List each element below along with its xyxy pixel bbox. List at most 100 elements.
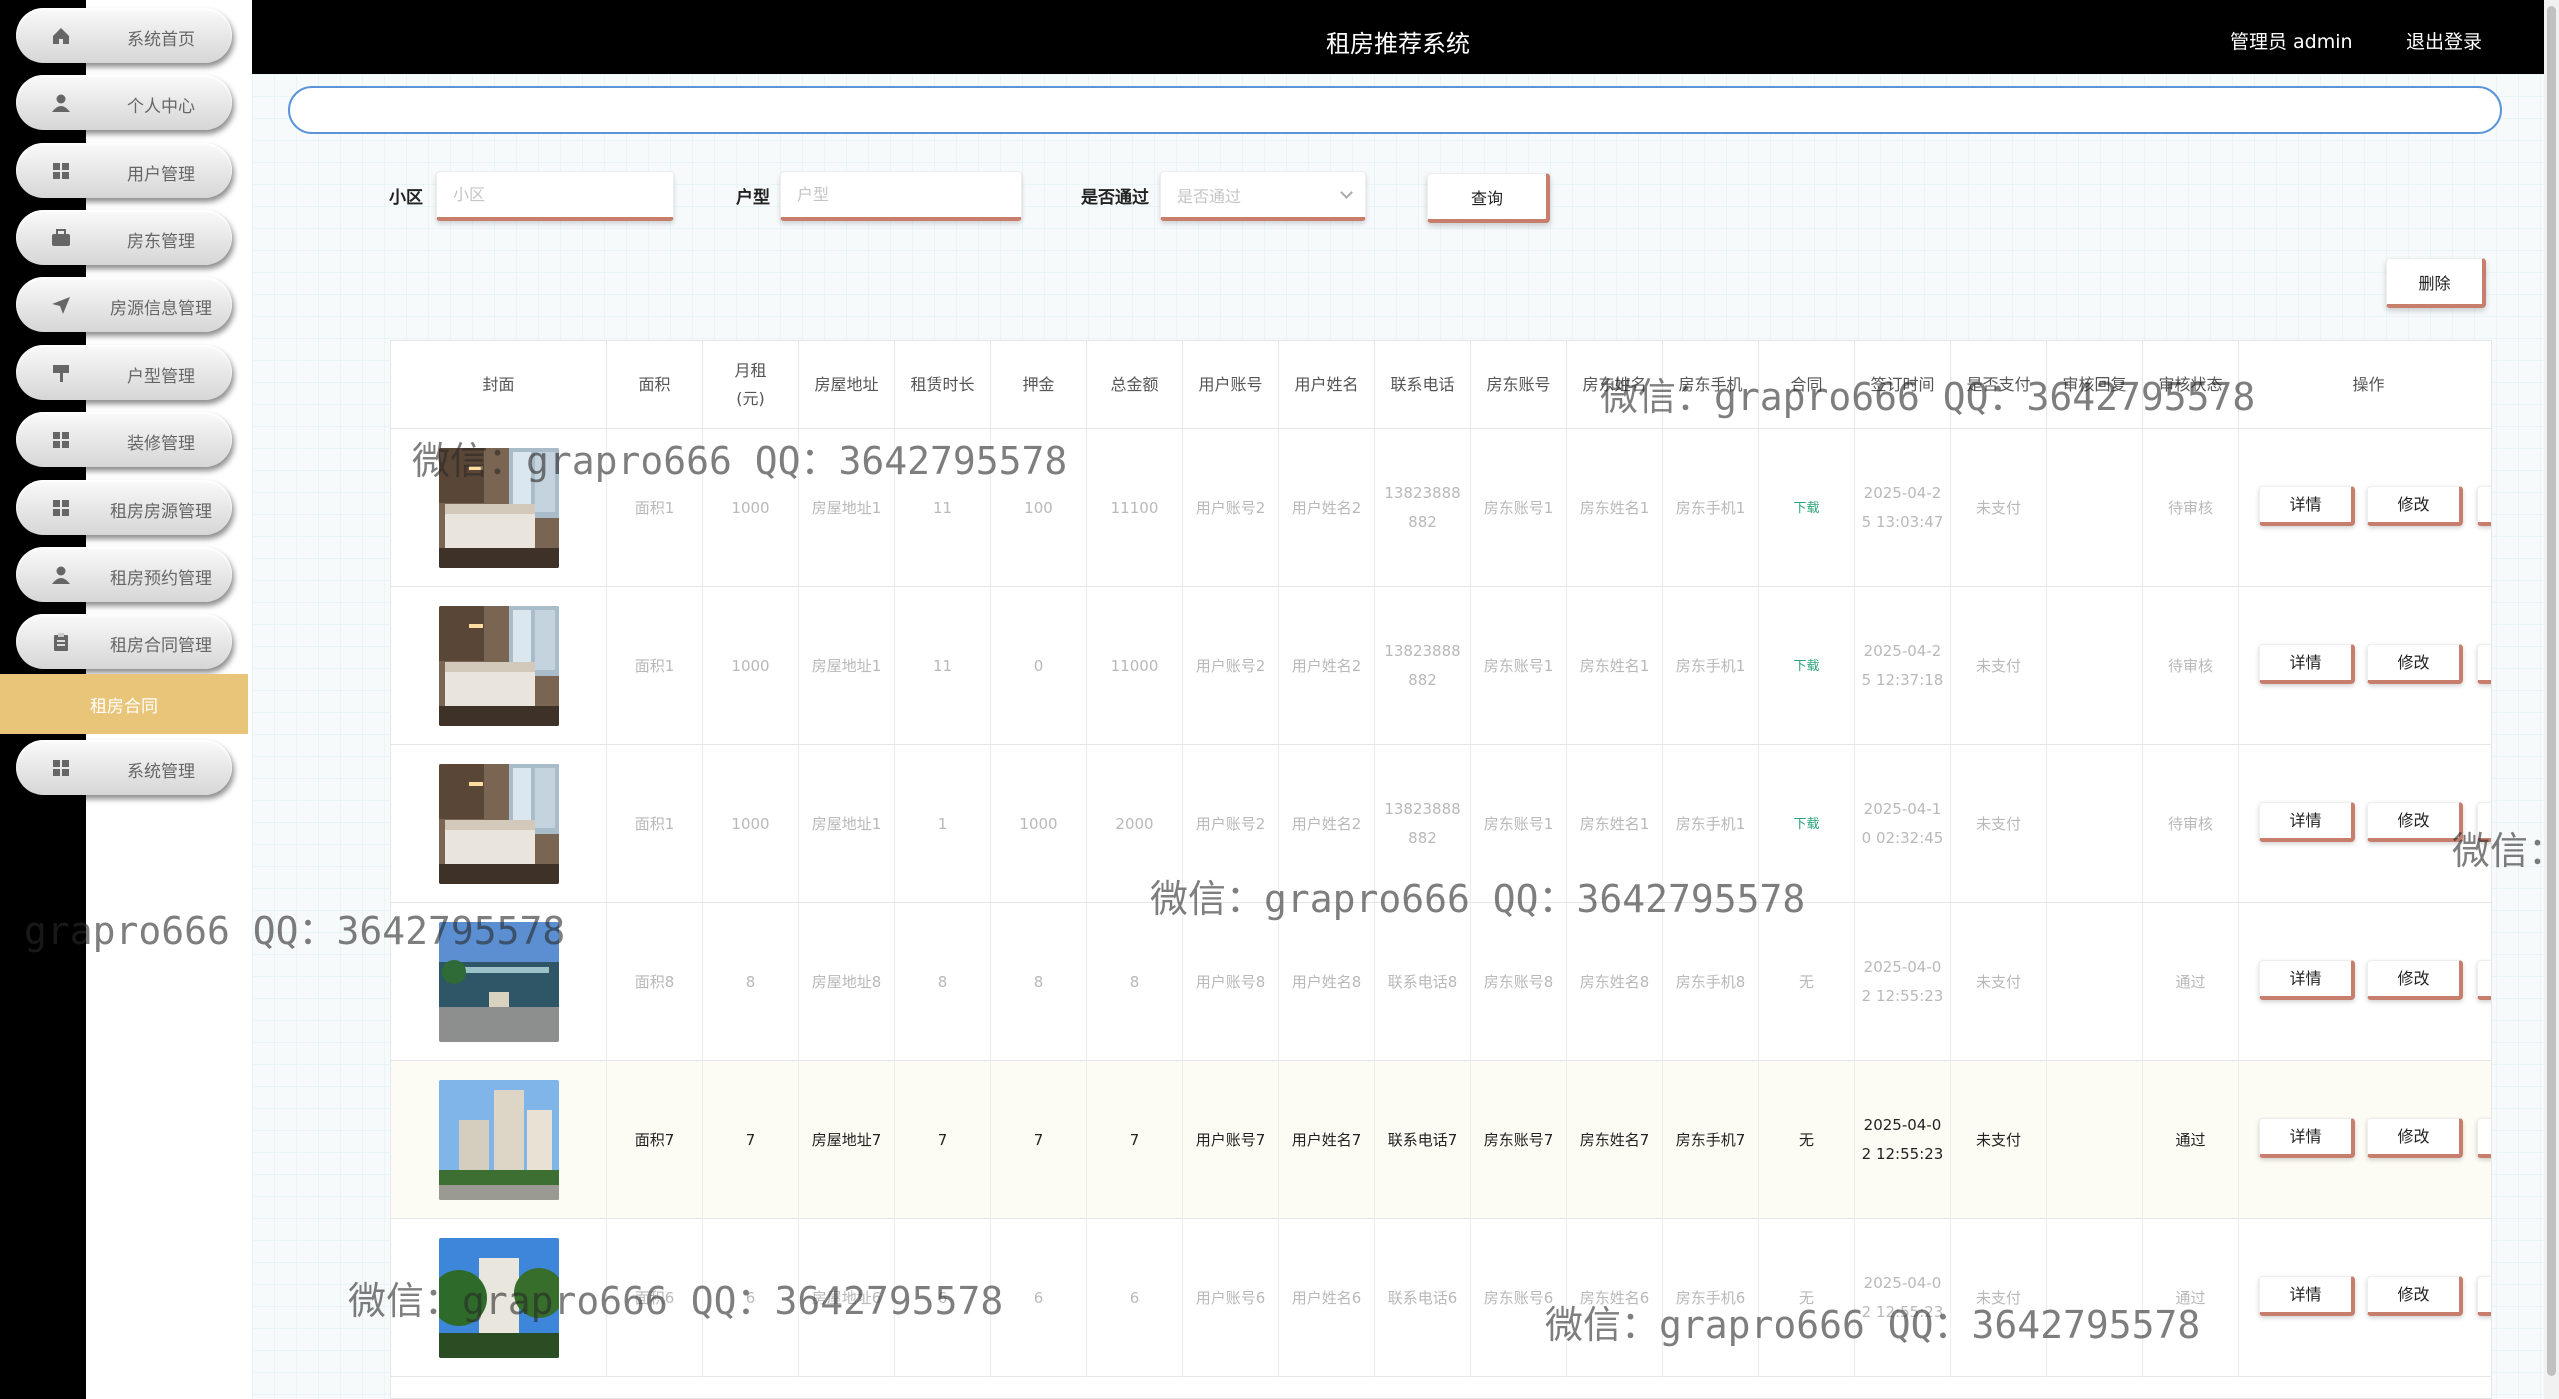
sidebar-item[interactable]: 租房房源管理 xyxy=(16,480,232,535)
delete-button[interactable]: 删除 xyxy=(2386,258,2486,308)
table-cell xyxy=(2047,587,2143,745)
sidebar-subitem-label: 租房合同 xyxy=(90,696,158,717)
detail-button[interactable]: 详情 xyxy=(2259,1118,2355,1158)
cover-image xyxy=(391,587,607,745)
table-cell: 无 xyxy=(1759,903,1855,1061)
edit-button[interactable]: 修改 xyxy=(2367,644,2463,684)
delete-row-button[interactable] xyxy=(2477,644,2491,684)
table-cell xyxy=(2047,1219,2143,1377)
table-cell: 100 xyxy=(991,429,1087,587)
table-cell: 用户账号8 xyxy=(1183,903,1279,1061)
table-cell: 通过 xyxy=(2143,1061,2239,1219)
scrollbar-thumb[interactable] xyxy=(2547,6,2556,1376)
table-cell: 13823888882 xyxy=(1375,429,1471,587)
column-header: 审核回复 xyxy=(2047,341,2143,429)
delete-row-button[interactable] xyxy=(2477,960,2491,1000)
sidebar-item-label: 户型管理 xyxy=(127,367,195,387)
community-input[interactable] xyxy=(453,185,673,204)
sidebar-item[interactable]: 系统首页 xyxy=(16,8,232,63)
sidebar-item[interactable]: 装修管理 xyxy=(16,412,232,467)
grid-icon xyxy=(50,429,72,451)
detail-button[interactable]: 详情 xyxy=(2259,1276,2355,1316)
table-cell: 2025-04-02 12:55:23 xyxy=(1855,1061,1951,1219)
table-cell: 面积1 xyxy=(607,429,703,587)
table-cell: 13823888882 xyxy=(1375,587,1471,745)
page-scrollbar[interactable] xyxy=(2544,0,2559,1399)
user-icon xyxy=(50,92,72,114)
edit-button[interactable]: 修改 xyxy=(2367,802,2463,842)
table-cell: 用户姓名6 xyxy=(1279,1219,1375,1377)
sidebar-item[interactable]: 个人中心 xyxy=(16,75,232,130)
table-cell: 6 xyxy=(1087,1219,1183,1377)
column-header: 签订时间 xyxy=(1855,341,1951,429)
detail-button[interactable]: 详情 xyxy=(2259,486,2355,526)
sidebar-item-label: 租房预约管理 xyxy=(110,569,212,589)
table-cell: 未支付 xyxy=(1951,1219,2047,1377)
table-cell: 面积1 xyxy=(607,745,703,903)
table-cell: 6 xyxy=(703,1219,799,1377)
sidebar-item[interactable]: 房东管理 xyxy=(16,210,232,265)
table-cell: 房屋地址1 xyxy=(799,587,895,745)
table-cell: 8 xyxy=(703,903,799,1061)
table-cell: 面积6 xyxy=(607,1219,703,1377)
table-row: 面积1 1000 房屋地址1 11 0 11000 用户账号2 用户姓名2 1382388888… xyxy=(391,587,2491,745)
delete-row-button[interactable] xyxy=(2477,1118,2491,1158)
contract-download-link[interactable]: 下载 xyxy=(1759,587,1855,745)
table-cell: 房东手机8 xyxy=(1663,903,1759,1061)
community-input-wrap xyxy=(436,171,674,221)
table-row: 面积8 8 房屋地址8 8 8 8 用户账号8 用户姓名8 联系电话8 房东账号8 房东姓名8 房东手… xyxy=(391,903,2491,1061)
table-cell: 7 xyxy=(991,1061,1087,1219)
table-cell: 面积7 xyxy=(607,1061,703,1219)
search-button[interactable]: 查询 xyxy=(1427,173,1550,223)
table-cell: 用户账号2 xyxy=(1183,587,1279,745)
grid-icon xyxy=(50,160,72,182)
send-icon xyxy=(50,294,72,316)
approved-select[interactable]: 是否通过 xyxy=(1160,171,1366,221)
delete-row-button[interactable] xyxy=(2477,802,2491,842)
table-cell: 通过 xyxy=(2143,1219,2239,1377)
table-cell: 2025-04-10 02:32:45 xyxy=(1855,745,1951,903)
detail-button[interactable]: 详情 xyxy=(2259,960,2355,1000)
briefcase-icon xyxy=(50,227,72,249)
detail-button[interactable]: 详情 xyxy=(2259,644,2355,684)
sidebar-item[interactable]: 房源信息管理 xyxy=(16,277,232,332)
table-cell: 房东手机1 xyxy=(1663,587,1759,745)
column-header: 房东账号 xyxy=(1471,341,1567,429)
row-actions: 详情 修改 xyxy=(2239,1061,2491,1219)
sidebar-item[interactable]: 租房预约管理 xyxy=(16,547,232,602)
table-cell: 8 xyxy=(991,903,1087,1061)
column-header: 联系电话 xyxy=(1375,341,1471,429)
contract-download-link[interactable]: 下载 xyxy=(1759,745,1855,903)
layout-input[interactable] xyxy=(797,185,1021,204)
delete-row-button[interactable] xyxy=(2477,486,2491,526)
column-header: 面积 xyxy=(607,341,703,429)
table-cell: 房屋地址1 xyxy=(799,745,895,903)
detail-button[interactable]: 详情 xyxy=(2259,802,2355,842)
sidebar-item[interactable]: 租房合同管理 xyxy=(16,614,232,669)
sidebar-item[interactable]: 用户管理 xyxy=(16,143,232,198)
column-header: 房东手机 xyxy=(1663,341,1759,429)
sidebar-item-label: 系统管理 xyxy=(127,762,195,782)
sidebar-item-label: 房东管理 xyxy=(127,232,195,252)
contract-download-link[interactable]: 下载 xyxy=(1759,429,1855,587)
table-cell: 联系电话8 xyxy=(1375,903,1471,1061)
table-cell: 1000 xyxy=(703,429,799,587)
edit-button[interactable]: 修改 xyxy=(2367,960,2463,1000)
edit-button[interactable]: 修改 xyxy=(2367,1276,2463,1316)
column-header: 押金 xyxy=(991,341,1087,429)
sidebar-subitem-rental-contract[interactable]: 租房合同 xyxy=(0,674,248,734)
top-search-bar[interactable] xyxy=(288,86,2502,134)
column-header: 用户账号 xyxy=(1183,341,1279,429)
sidebar-item[interactable]: 户型管理 xyxy=(16,345,232,400)
edit-button[interactable]: 修改 xyxy=(2367,1118,2463,1158)
edit-button[interactable]: 修改 xyxy=(2367,486,2463,526)
logout-link[interactable]: 退出登录 xyxy=(2406,27,2482,54)
column-header: 用户姓名 xyxy=(1279,341,1375,429)
sidebar-item-system[interactable]: 系统管理 xyxy=(16,740,232,795)
table-cell: 待审核 xyxy=(2143,429,2239,587)
table-cell: 未支付 xyxy=(1951,429,2047,587)
sign-icon xyxy=(50,362,72,384)
delete-row-button[interactable] xyxy=(2477,1276,2491,1316)
table-cell: 11100 xyxy=(1087,429,1183,587)
table-cell: 6 xyxy=(991,1219,1087,1377)
